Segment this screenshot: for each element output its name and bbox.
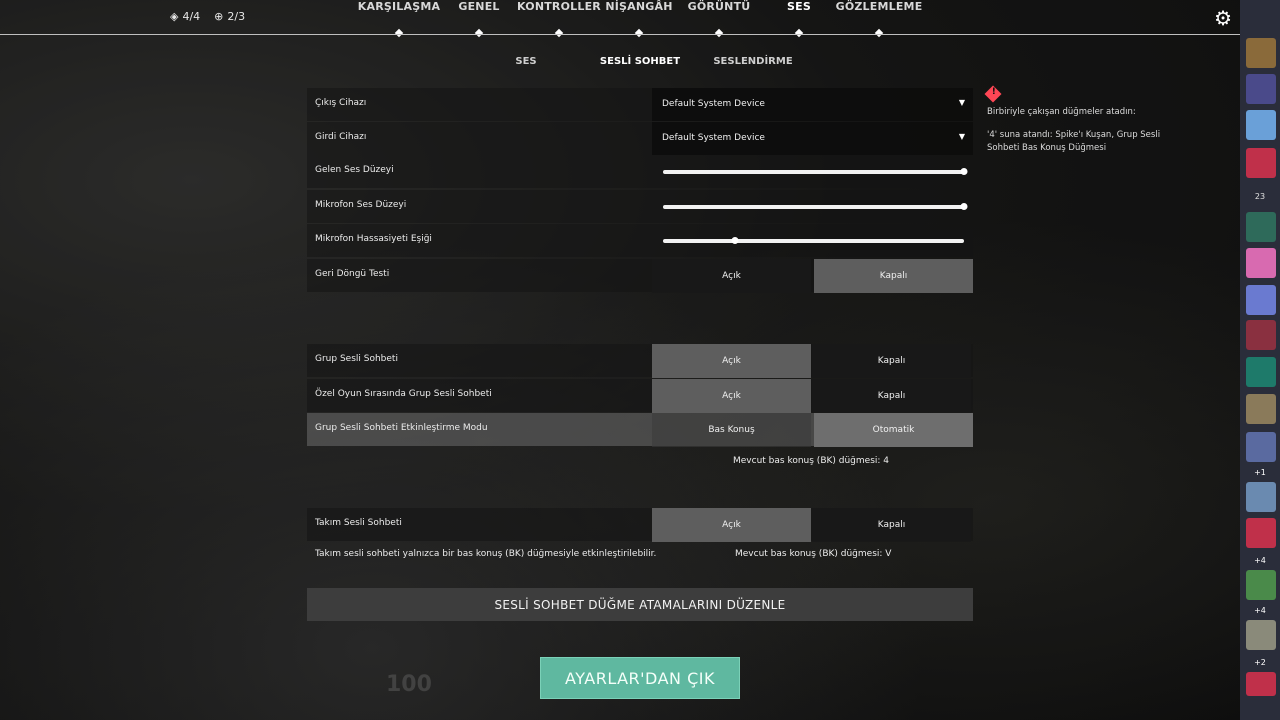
shield-icon: ◈ [170, 10, 179, 23]
avatar[interactable] [1246, 570, 1276, 600]
friend-count: 23 [1254, 192, 1266, 201]
subtab-voice-over[interactable]: SESLENDİRME [713, 56, 792, 67]
party-voice-row: Grup Sesli Sohbeti Açık Kapalı [307, 344, 973, 378]
incoming-volume-row: Gelen Ses Düzeyi [307, 155, 973, 188]
tab-video[interactable]: GÖRÜNTÜ [688, 0, 751, 13]
output-device-row: Çıkış Cihazı Default System Device ▼ [307, 88, 973, 121]
slider-knob[interactable] [960, 168, 968, 175]
subtab-voice-chat[interactable]: SESLİ SOHBET [600, 56, 680, 67]
avatar[interactable] [1246, 518, 1276, 548]
team-voice-note: Takım sesli sohbeti yalnızca bir bas kon… [315, 549, 657, 559]
avatar[interactable] [1246, 248, 1276, 278]
caret-down-icon: ▼ [958, 132, 965, 141]
avatar[interactable] [1246, 212, 1276, 242]
edit-voice-keybinds-button[interactable]: SESLİ SOHBET DÜĞME ATAMALARINI DÜZENLE [307, 588, 973, 621]
warning-title: Birbiriyle çakışan düğmeler atadın: [987, 107, 1136, 117]
team-voice-label: Takım Sesli Sohbeti [315, 518, 402, 528]
loopback-on-button[interactable]: Açık [652, 259, 811, 293]
tab-crosshair[interactable]: NİŞANGÂH [605, 0, 672, 13]
party-ptt-note: Mevcut bas konuş (BK) düğmesi: 4 [733, 456, 890, 466]
exit-settings-button[interactable]: AYARLAR'DAN ÇIK [540, 657, 740, 699]
custom-game-party-on-button[interactable]: Açık [652, 379, 811, 413]
slider-knob[interactable] [731, 237, 739, 244]
avatar[interactable] [1246, 148, 1276, 178]
avatar[interactable] [1246, 357, 1276, 387]
avatar[interactable] [1246, 38, 1276, 68]
match-counters: ◈ 4/4 ⊕ 2/3 [170, 10, 245, 23]
activation-mode-label: Grup Sesli Sohbeti Etkinleştirme Modu [315, 423, 488, 433]
avatar[interactable] [1246, 320, 1276, 350]
tab-audio[interactable]: SES [787, 0, 811, 13]
party-voice-on-button[interactable]: Açık [652, 344, 811, 378]
top-divider [0, 34, 1240, 35]
social-sidebar: 23 +1 +4 +4 +2 [1240, 0, 1280, 720]
party-voice-off-button[interactable]: Kapalı [812, 344, 971, 378]
avatar[interactable] [1246, 285, 1276, 315]
gear-icon[interactable]: ⚙ [1214, 6, 1232, 30]
avatar[interactable] [1246, 74, 1276, 104]
tab-match[interactable]: KARŞILAŞMA [358, 0, 440, 13]
plus-circle-icon: ⊕ [214, 10, 224, 23]
background-hud-number: 100 [386, 672, 432, 697]
slider-knob[interactable] [960, 203, 968, 210]
party-size-tag: +2 [1254, 658, 1266, 667]
party-size-tag: +4 [1254, 606, 1266, 615]
avatar[interactable] [1246, 620, 1276, 650]
tab-spectate[interactable]: GÖZLEMLEME [836, 0, 923, 13]
push-to-talk-button[interactable]: Bas Konuş [652, 413, 811, 447]
input-device-row: Girdi Cihazı Default System Device ▼ [307, 122, 973, 155]
loopback-label: Geri Döngü Testi [315, 269, 390, 279]
warning-detail: '4' suna atandı: Spike'ı Kuşan, Grup Ses… [987, 130, 1161, 153]
mic-volume-label: Mikrofon Ses Düzeyi [315, 200, 407, 210]
caret-down-icon: ▼ [958, 98, 965, 107]
custom-game-party-row: Özel Oyun Sırasında Grup Sesli Sohbeti A… [307, 379, 973, 413]
avatar[interactable] [1246, 432, 1276, 462]
subtab-audio[interactable]: SES [515, 56, 536, 67]
incoming-volume-slider[interactable] [663, 168, 968, 175]
avatar[interactable] [1246, 672, 1276, 696]
top-bar: ◈ 4/4 ⊕ 2/3 KARŞILAŞMA GENEL KONTROLLER Nİ… [0, 0, 1280, 38]
loopback-row: Geri Döngü Testi Açık Kapalı [307, 259, 973, 293]
activation-mode-row: Grup Sesli Sohbeti Etkinleştirme Modu Ba… [307, 413, 973, 447]
mic-sensitivity-label: Mikrofon Hassasiyeti Eşiği [315, 234, 432, 244]
automatic-button[interactable]: Otomatik [814, 413, 973, 447]
mic-sensitivity-row: Mikrofon Hassasiyeti Eşiği [307, 224, 973, 257]
loopback-off-button[interactable]: Kapalı [814, 259, 973, 293]
party-size-tag: +4 [1254, 556, 1266, 565]
mic-volume-slider[interactable] [663, 203, 968, 210]
input-device-value: Default System Device [662, 133, 765, 143]
mic-volume-row: Mikrofon Ses Düzeyi [307, 190, 973, 223]
avatar[interactable] [1246, 394, 1276, 424]
avatar[interactable] [1246, 482, 1276, 512]
mic-sensitivity-slider[interactable] [663, 237, 964, 244]
incoming-volume-label: Gelen Ses Düzeyi [315, 165, 394, 175]
team-voice-row: Takım Sesli Sohbeti Açık Kapalı [307, 508, 973, 542]
output-device-value: Default System Device [662, 99, 765, 109]
tab-controls[interactable]: KONTROLLER [517, 0, 601, 13]
input-device-label: Girdi Cihazı [315, 132, 367, 142]
avatar[interactable] [1246, 110, 1276, 140]
warning-icon: ! [984, 85, 1002, 103]
party-voice-label: Grup Sesli Sohbeti [315, 354, 398, 364]
output-device-label: Çıkış Cihazı [315, 98, 367, 108]
team-voice-off-button[interactable]: Kapalı [812, 508, 971, 542]
counter-plus: ⊕ 2/3 [214, 10, 246, 23]
counter-shield: ◈ 4/4 [170, 10, 201, 23]
output-device-dropdown[interactable]: Default System Device ▼ [652, 88, 973, 121]
team-voice-on-button[interactable]: Açık [652, 508, 811, 542]
party-size-tag: +1 [1254, 468, 1266, 477]
tab-general[interactable]: GENEL [458, 0, 499, 13]
custom-game-party-label: Özel Oyun Sırasında Grup Sesli Sohbeti [315, 389, 492, 399]
custom-game-party-off-button[interactable]: Kapalı [812, 379, 971, 413]
keybind-conflict-warning: ! Birbiriyle çakışan düğmeler atadın: '4… [984, 85, 1160, 153]
team-ptt-note: Mevcut bas konuş (BK) düğmesi: V [735, 549, 892, 559]
input-device-dropdown[interactable]: Default System Device ▼ [652, 122, 973, 155]
